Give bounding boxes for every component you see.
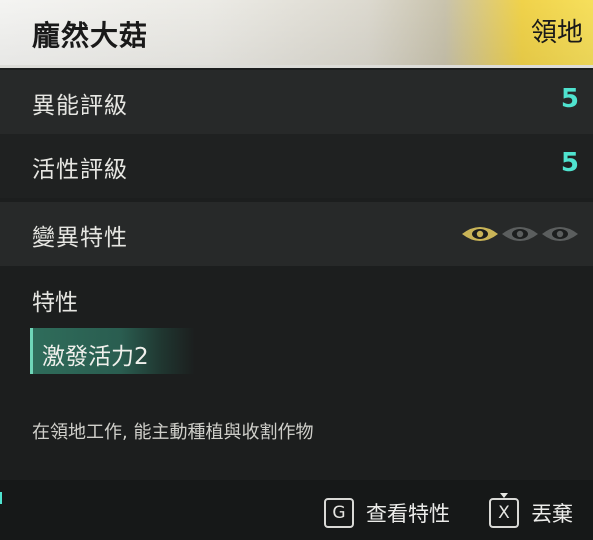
key-x-label: X: [498, 503, 510, 523]
stat-value: 5: [560, 148, 579, 178]
trait-description: 在領地工作, 能主動種植與收割作物: [32, 422, 314, 443]
trait-chip-accent: [30, 328, 33, 374]
discard-hint[interactable]: X 丟棄: [489, 493, 573, 528]
traits-heading: 特性: [32, 290, 78, 316]
item-title: 龐然大菇: [32, 19, 149, 52]
category-tag: 領地: [530, 18, 583, 48]
discard-label: 丟棄: [531, 502, 573, 526]
stat-label: 異能評級: [32, 93, 128, 119]
stat-label: 活性評級: [32, 157, 128, 183]
stat-row-mutation: 變異特性: [0, 202, 593, 266]
stat-label: 變異特性: [32, 225, 128, 251]
view-traits-hint[interactable]: G 查看特性: [324, 498, 450, 528]
stat-value: 5: [560, 84, 579, 114]
eye-icon-inactive: [542, 227, 578, 241]
stat-row-ability: 異能評級 5: [0, 70, 593, 134]
item-detail-panel: 龐然大菇 領地 異能評級 5 活性評級 5 變異特性 特性 激發活力2 在領地工…: [0, 0, 593, 540]
left-edge-accent: [0, 492, 2, 504]
mutation-level-indicator: [461, 224, 579, 244]
eye-icon-inactive: [502, 227, 538, 241]
key-g-icon[interactable]: G: [324, 498, 354, 528]
trait-chip-label: 激發活力2: [42, 344, 149, 370]
stat-row-activity: 活性評級 5: [0, 134, 593, 198]
view-traits-label: 查看特性: [366, 502, 450, 526]
eye-icon-active: [462, 227, 498, 241]
key-x-icon[interactable]: X: [489, 493, 519, 528]
header-bar: 龐然大菇 領地: [0, 0, 593, 68]
trait-chip[interactable]: 激發活力2: [30, 328, 195, 374]
hold-indicator-icon: [500, 493, 508, 498]
